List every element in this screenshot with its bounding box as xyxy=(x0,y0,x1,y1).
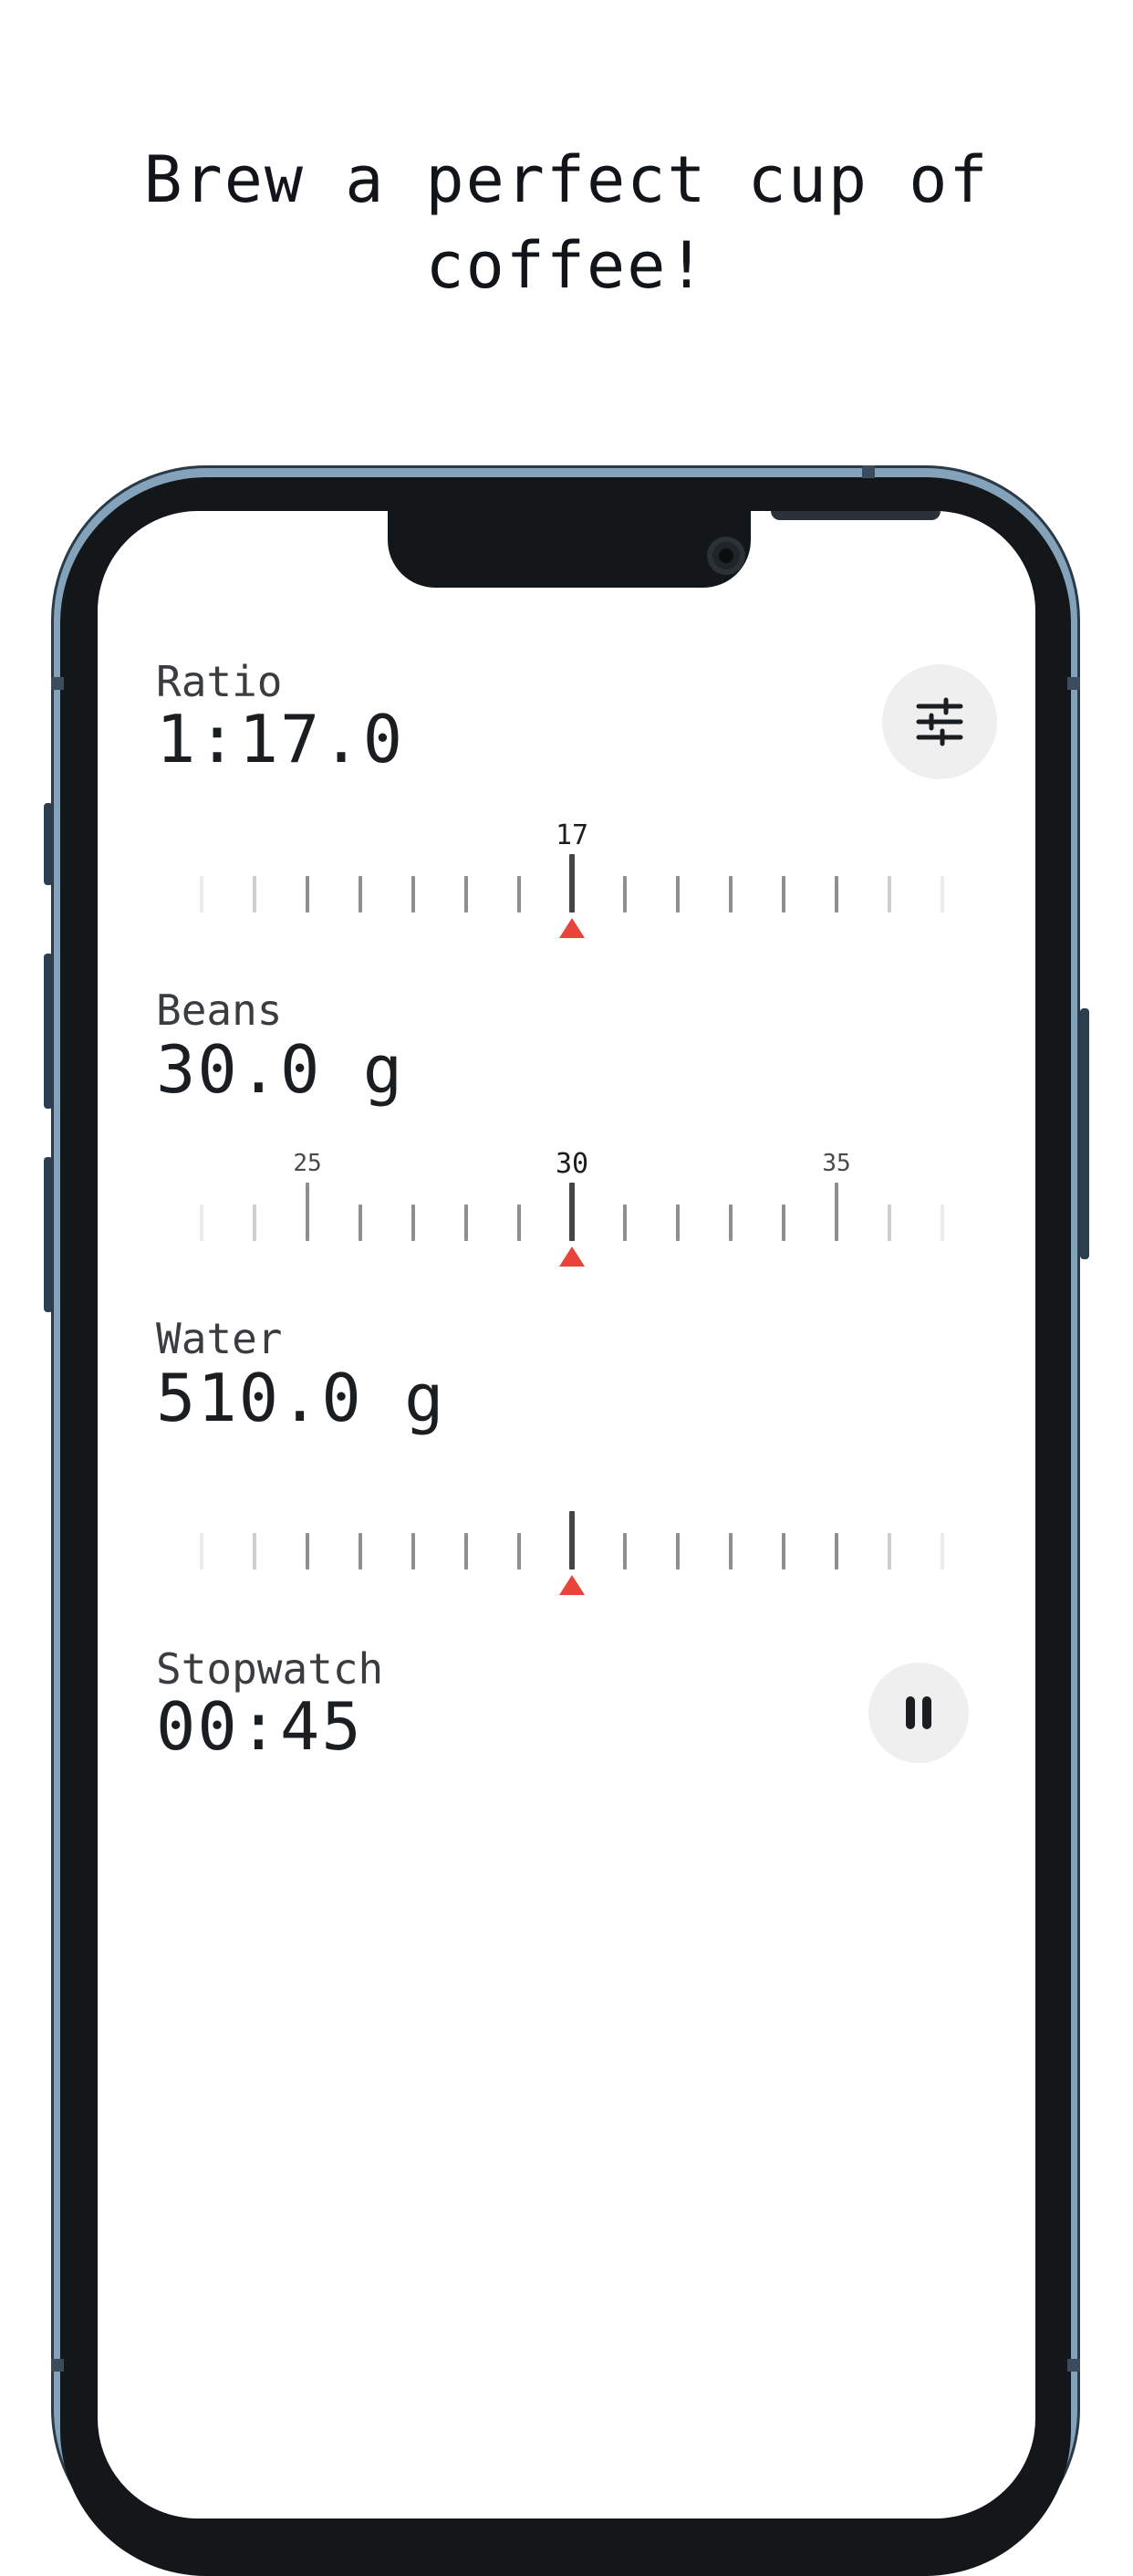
speaker-grille xyxy=(771,511,941,520)
ruler-tick xyxy=(623,1205,627,1241)
ruler-tick xyxy=(306,1533,309,1570)
sliders-icon xyxy=(916,697,963,746)
ruler-tick-label: 35 xyxy=(822,1150,851,1177)
ruler-tick xyxy=(782,876,785,913)
ruler-tick xyxy=(676,1533,680,1570)
ruler-pointer-icon xyxy=(559,918,585,938)
ruler-tick xyxy=(729,1533,733,1570)
ruler-tick xyxy=(253,1205,256,1241)
ruler-tick xyxy=(835,1183,838,1241)
antenna-band xyxy=(51,677,64,690)
ruler-tick xyxy=(941,876,944,913)
ruler-tick xyxy=(676,1205,680,1241)
ruler-tick xyxy=(359,1533,362,1570)
pause-icon xyxy=(906,1696,931,1729)
ruler-tick xyxy=(888,876,891,913)
ruler-tick xyxy=(306,876,309,913)
antenna-band xyxy=(862,465,875,478)
camera-icon xyxy=(707,537,745,575)
headline-text: Brew a perfect cup of coffee! xyxy=(143,142,990,303)
ruler-tick xyxy=(569,854,575,913)
pause-button[interactable] xyxy=(868,1663,969,1763)
ruler-tick xyxy=(200,1205,203,1241)
ratio-settings-button[interactable] xyxy=(882,664,997,779)
ruler-tick xyxy=(253,1533,256,1570)
ruler-tick-label: 30 xyxy=(555,1148,589,1180)
ruler-tick xyxy=(888,1205,891,1241)
ratio-ruler[interactable]: 17 xyxy=(196,801,953,938)
headline: Brew a perfect cup of coffee! xyxy=(0,137,1133,308)
ruler-tick xyxy=(464,876,468,913)
ruler-tick xyxy=(200,876,203,913)
ruler-tick xyxy=(782,1205,785,1241)
ratio-label: Ratio xyxy=(156,657,283,706)
side-button-mute xyxy=(44,803,53,885)
ruler-tick xyxy=(941,1533,944,1570)
antenna-band xyxy=(51,2359,64,2372)
ruler-pointer-icon xyxy=(559,1575,585,1595)
antenna-band xyxy=(1067,2359,1080,2372)
side-button-volume-up xyxy=(44,954,53,1109)
ruler-tick xyxy=(729,1205,733,1241)
ruler-tick xyxy=(464,1205,468,1241)
ruler-tick xyxy=(782,1533,785,1570)
ruler-tick xyxy=(306,1183,309,1241)
ruler-tick xyxy=(835,876,838,913)
ruler-tick xyxy=(359,1205,362,1241)
side-button-power xyxy=(1080,1008,1089,1259)
ratio-value: 1:17.0 xyxy=(156,701,405,777)
water-ruler[interactable] xyxy=(196,1458,953,1595)
side-button-volume-down xyxy=(44,1157,53,1312)
ruler-tick xyxy=(941,1205,944,1241)
ruler-tick xyxy=(411,1533,415,1570)
ruler-pointer-icon xyxy=(559,1246,585,1267)
beans-ruler[interactable]: 25 30 35 xyxy=(196,1130,953,1267)
notch xyxy=(388,511,941,588)
ruler-tick xyxy=(623,1533,627,1570)
antenna-band xyxy=(1067,677,1080,690)
ruler-tick-label: 17 xyxy=(555,819,589,851)
ruler-tick xyxy=(517,1205,521,1241)
ruler-tick xyxy=(569,1183,575,1241)
ruler-tick xyxy=(676,876,680,913)
beans-label: Beans xyxy=(156,986,283,1035)
ruler-tick xyxy=(835,1533,838,1570)
stopwatch-time: 00:45 xyxy=(156,1688,363,1765)
phone-screen: Ratio 1:17.0 17 Beans 30.0 g 25 30 35 Wate… xyxy=(98,511,1035,2519)
ruler-tick xyxy=(253,876,256,913)
ruler-tick xyxy=(623,876,627,913)
water-label: Water xyxy=(156,1314,283,1363)
ruler-tick xyxy=(359,876,362,913)
ruler-tick xyxy=(517,1533,521,1570)
ruler-tick xyxy=(464,1533,468,1570)
ruler-tick xyxy=(729,876,733,913)
ruler-tick-label: 25 xyxy=(293,1150,322,1177)
stopwatch-label: Stopwatch xyxy=(156,1644,384,1694)
ruler-tick xyxy=(888,1533,891,1570)
ruler-tick xyxy=(411,876,415,913)
ruler-tick xyxy=(517,876,521,913)
water-value: 510.0 g xyxy=(156,1360,446,1436)
ruler-tick xyxy=(411,1205,415,1241)
ruler-tick xyxy=(200,1533,203,1570)
ruler-tick xyxy=(569,1511,575,1570)
beans-value: 30.0 g xyxy=(156,1031,405,1108)
